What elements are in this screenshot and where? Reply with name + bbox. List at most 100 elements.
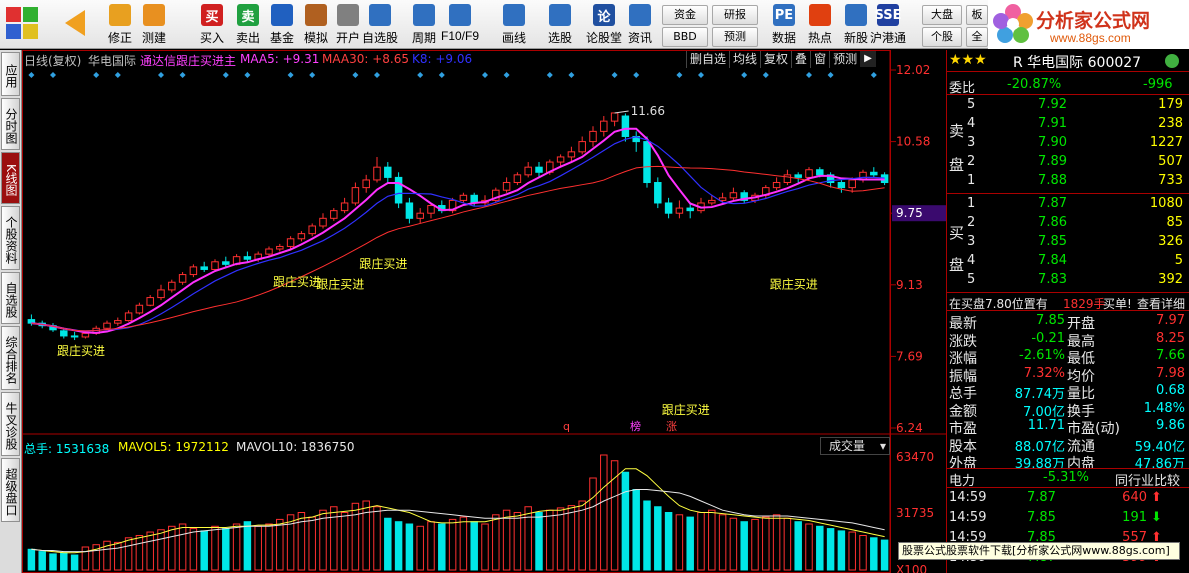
bbd-button[interactable]: BBD xyxy=(662,27,708,47)
chart-btn-4[interactable]: 窗 xyxy=(810,51,830,68)
left-tab-6[interactable]: 牛叉诊股 xyxy=(1,392,20,456)
gegu-button[interactable]: 个股 xyxy=(922,27,962,47)
kline-chart[interactable]: 12.02 10.58 9.75 9.13 7.69 6.24 11.66 跟庄买进 跟庄买进跟… xyxy=(22,50,946,573)
chart-btn-0[interactable]: 删自选 xyxy=(686,51,730,68)
sell-volume: 179 xyxy=(1158,97,1183,112)
toolbar-button-10[interactable]: 画线 xyxy=(494,4,534,48)
toolbar-button-label: 画线 xyxy=(501,31,526,45)
volume-bar xyxy=(621,471,630,571)
weicha-value: -996 xyxy=(1143,77,1173,92)
candle-body xyxy=(146,297,154,306)
volume-bar xyxy=(729,517,738,571)
volume-bar xyxy=(394,521,403,571)
signal-diamond xyxy=(374,72,380,78)
ban-button[interactable]: 板 xyxy=(966,5,988,25)
signal-diamond xyxy=(309,72,316,78)
quan-button[interactable]: 全 xyxy=(966,27,988,47)
yanbao-button[interactable]: 研报 xyxy=(712,5,758,25)
toolbar-button-8[interactable]: 周期 xyxy=(404,4,444,48)
left-tab-7[interactable]: 超级盘口 xyxy=(1,458,20,522)
left-tab-0[interactable]: 应用 xyxy=(1,52,20,96)
sell-volume: 733 xyxy=(1158,173,1183,188)
chart-menu-arrow-icon[interactable]: ▶ xyxy=(860,51,876,67)
volume-bar xyxy=(664,512,673,571)
toolbar-button-2[interactable]: 买买入 xyxy=(192,4,232,48)
tick-time: 14:59 xyxy=(949,490,987,505)
sell-volume: 1227 xyxy=(1149,135,1183,150)
volume-axis-label: 31735 xyxy=(896,506,934,520)
toolbar-button-1[interactable]: 测建 xyxy=(134,4,174,48)
left-tab-5[interactable]: 综合排名 xyxy=(1,326,20,390)
kline-chart-svg: 12.0210.589.759.137.696.2411.66跟庄买进跟庄买进跟… xyxy=(22,50,946,573)
toolbar-button-15[interactable]: 热点 xyxy=(800,4,840,48)
toolbar-button-9[interactable]: F10/F9 xyxy=(440,4,480,48)
chart-btn-2[interactable]: 复权 xyxy=(760,51,792,68)
zijin-button[interactable]: 资金 xyxy=(662,5,708,25)
toolbar-button-12[interactable]: 论论股堂 xyxy=(584,4,624,48)
signal-diamond xyxy=(741,72,748,78)
sell-volume: 238 xyxy=(1158,116,1183,131)
volume-indicator-dropdown[interactable]: 成交量 ▾ xyxy=(820,437,890,455)
chart-btn-5[interactable]: 预测 xyxy=(829,51,861,68)
volume-bar xyxy=(837,530,846,571)
candle-body xyxy=(837,182,846,189)
toolbar-button-13[interactable]: 资讯 xyxy=(620,4,660,48)
candle-body xyxy=(114,320,122,324)
volume-bar xyxy=(448,518,457,571)
volume-bar xyxy=(502,509,511,571)
candle-body xyxy=(459,194,468,201)
hot-icon xyxy=(809,4,831,26)
toolbar-button-14[interactable]: PE 数据 xyxy=(764,4,804,48)
volume-bar xyxy=(416,525,424,571)
volume-bar xyxy=(524,506,532,571)
candle-body xyxy=(772,182,781,189)
yuce-button[interactable]: 预测 xyxy=(712,27,758,47)
candle-body xyxy=(135,304,144,314)
candle-body xyxy=(621,115,630,137)
stat-value-2: 7.98 xyxy=(1156,365,1185,381)
volume-bar xyxy=(146,531,154,571)
toolbar-button-7[interactable]: 自选股 xyxy=(360,4,400,48)
toolbar-button-label: 自选股 xyxy=(361,31,398,45)
volume-bar xyxy=(492,514,500,571)
chart-btn-3[interactable]: 叠 xyxy=(791,51,811,68)
tick-volume: 640 xyxy=(1122,490,1147,505)
stat-value-2: 7.66 xyxy=(1156,348,1185,363)
buy-icon: 买 xyxy=(201,4,223,26)
volume-bar xyxy=(600,454,608,571)
candle-body xyxy=(60,330,68,337)
high-pointer xyxy=(614,110,629,114)
left-tab-1[interactable]: 分时图 xyxy=(1,98,20,150)
volume-bar xyxy=(308,516,316,571)
dapan-button[interactable]: 大盘 xyxy=(922,5,962,25)
toolbar-button-17[interactable]: SSE 沪港通 xyxy=(868,4,908,48)
tick-price: 7.87 xyxy=(1027,490,1056,505)
left-tab-3[interactable]: 个股资料 xyxy=(1,206,20,270)
signal-diamond xyxy=(546,72,553,78)
toolbar-button-11[interactable]: 选股 xyxy=(540,4,580,48)
lock-icon xyxy=(337,4,359,26)
back-button[interactable] xyxy=(58,4,92,48)
signal-diamond xyxy=(698,72,704,78)
candle-body xyxy=(211,261,219,270)
left-tab-4[interactable]: 自选股 xyxy=(1,272,20,324)
volume-bar xyxy=(751,518,759,571)
signal-diamond xyxy=(806,72,812,78)
signal-diamond xyxy=(179,72,186,78)
candle-body xyxy=(362,179,370,189)
volume-bar xyxy=(157,529,165,571)
ad-bar[interactable]: 股票公式股票软件下载[分析家公式网www.88gs.com] xyxy=(898,542,1180,560)
hline-2 xyxy=(947,94,1189,95)
sell-price: 7.90 xyxy=(1038,135,1067,150)
candle-body xyxy=(124,312,133,322)
candle-body xyxy=(708,199,716,204)
signal-diamond xyxy=(827,72,834,78)
chart-btn-1[interactable]: 均线 xyxy=(729,51,761,68)
k8-value: K8: +9.06 xyxy=(412,52,473,66)
volume-bar xyxy=(168,525,176,571)
windows-icon[interactable] xyxy=(0,4,44,48)
stat-value: 87.74万 xyxy=(1014,387,1065,402)
buy-level: 1 xyxy=(967,196,976,211)
left-tab-2[interactable]: K线图 xyxy=(1,152,20,204)
buy-price: 7.86 xyxy=(1038,215,1067,230)
